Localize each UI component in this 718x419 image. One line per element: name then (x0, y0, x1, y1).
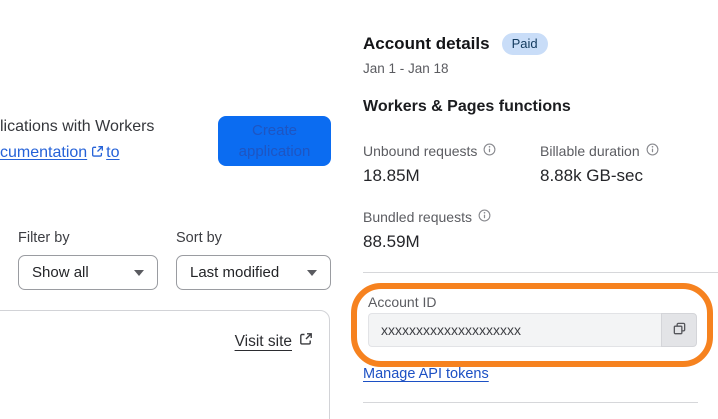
intro-text: lications with Workers cumentation to (0, 114, 154, 167)
filter-by-label: Filter by (18, 230, 70, 246)
external-link-icon (91, 141, 104, 167)
divider (363, 272, 718, 273)
copy-button[interactable] (661, 313, 697, 347)
paid-badge: Paid (501, 33, 548, 55)
account-id-input[interactable] (368, 313, 661, 347)
documentation-link[interactable]: cumentation to (0, 144, 120, 161)
chevron-down-icon (134, 269, 144, 276)
info-icon[interactable] (483, 143, 496, 159)
divider (363, 402, 698, 403)
filter-select-value: Show all (32, 264, 89, 281)
account-details-panel: Account details Paid Jan 1 - Jan 18 Work… (363, 0, 718, 419)
info-icon[interactable] (478, 209, 491, 225)
account-id-label: Account ID (368, 294, 437, 310)
visit-site-link[interactable]: Visit site (235, 332, 313, 351)
intro-line-1: lications with Workers (0, 118, 155, 135)
create-application-button[interactable]: Create application (218, 116, 331, 166)
account-details-title: Account details (363, 34, 490, 53)
account-id-field-group (368, 313, 697, 347)
stat-label-bundled-requests: Bundled requests (363, 209, 491, 225)
manage-api-tokens-link[interactable]: Manage API tokens (363, 366, 489, 382)
filter-select[interactable]: Show all (18, 255, 158, 290)
stat-value-bundled-requests: 88.59M (363, 232, 420, 251)
stat-label-billable-duration: Billable duration (540, 143, 659, 159)
sort-select[interactable]: Last modified (176, 255, 331, 290)
stat-value-billable-duration: 8.88k GB-sec (540, 166, 643, 185)
sort-select-value: Last modified (190, 264, 280, 281)
workers-pages-functions-title: Workers & Pages functions (363, 98, 571, 115)
info-icon[interactable] (646, 143, 659, 159)
intro-line-2: cumentation to (0, 140, 154, 167)
stat-label-unbound-requests: Unbound requests (363, 143, 496, 159)
date-range: Jan 1 - Jan 18 (363, 61, 449, 76)
copy-icon (672, 321, 687, 339)
dashboard-page: lications with Workers cumentation to Cre… (0, 0, 718, 419)
chevron-down-icon (307, 269, 317, 276)
visit-site-label: Visit site (234, 332, 292, 350)
stat-value-unbound-requests: 18.85M (363, 166, 420, 185)
sort-by-label: Sort by (176, 230, 222, 246)
external-link-icon (299, 332, 313, 351)
account-details-header: Account details Paid (363, 33, 548, 55)
project-card: Visit site (0, 310, 330, 419)
